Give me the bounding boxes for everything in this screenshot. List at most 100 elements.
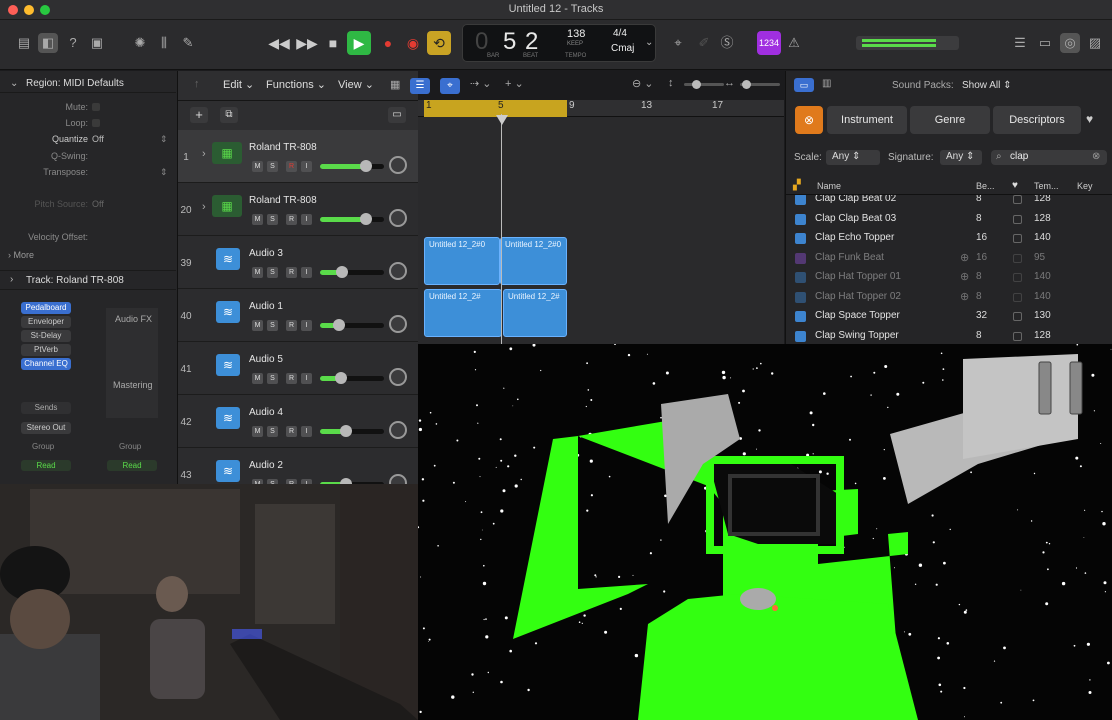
toolbar-toggle-icon[interactable]: ▣ bbox=[87, 33, 107, 53]
track-header-row[interactable]: 20 › ▦ Roland TR-808 M S R I bbox=[178, 183, 418, 236]
solo-button[interactable]: S bbox=[267, 267, 278, 278]
view-menu[interactable]: View ⌄ bbox=[338, 78, 374, 91]
download-icon[interactable]: ⊕ bbox=[960, 290, 969, 303]
reset-filter-button[interactable]: ⊗ bbox=[795, 106, 823, 134]
loop-row[interactable]: Clap Hat Topper 01 8 ⊕ 140 bbox=[786, 268, 1112, 288]
solo-button[interactable]: S bbox=[267, 214, 278, 225]
loops-view-icon[interactable]: ▭ bbox=[794, 78, 814, 92]
mute-button[interactable]: M bbox=[252, 267, 263, 278]
pan-knob[interactable] bbox=[389, 421, 407, 439]
mute-button[interactable]: M bbox=[252, 320, 263, 331]
solo-button[interactable]: S bbox=[267, 426, 278, 437]
files-view-icon[interactable]: ▥ bbox=[822, 78, 831, 89]
input-monitor-button[interactable]: I bbox=[301, 267, 312, 278]
mute-button[interactable]: M bbox=[252, 161, 263, 172]
mute-button[interactable]: M bbox=[252, 373, 263, 384]
mixer-icon[interactable]: ⫼ bbox=[154, 33, 174, 53]
track-header-row[interactable]: 39 ≋ Audio 3 MSRI bbox=[178, 236, 418, 289]
record-enable-button[interactable]: R bbox=[286, 320, 297, 331]
inspector-row-velocity[interactable]: Velocity Offset: bbox=[0, 232, 176, 248]
volume-fader[interactable] bbox=[320, 372, 384, 384]
smart-controls-icon[interactable]: ✺ bbox=[130, 33, 150, 53]
col-key[interactable]: Key bbox=[1077, 181, 1093, 191]
functions-menu[interactable]: Functions ⌄ bbox=[266, 78, 326, 91]
tuner-icon[interactable]: ⌖ bbox=[668, 33, 688, 53]
region-header[interactable]: ⌄ Region: MIDI Defaults bbox=[0, 75, 176, 93]
volume-fader[interactable] bbox=[320, 319, 384, 331]
sends-slot[interactable]: Sends bbox=[21, 402, 71, 414]
loop-row[interactable]: Clap Hat Topper 02 8 ⊕ 140 bbox=[786, 288, 1112, 308]
record-enable-button[interactable]: R bbox=[286, 214, 297, 225]
record-button[interactable]: ● bbox=[376, 31, 400, 55]
global-tracks-icon[interactable]: ▭ bbox=[388, 107, 406, 123]
mute-button[interactable]: M bbox=[252, 214, 263, 225]
pan-knob[interactable] bbox=[389, 209, 407, 227]
vertical-zoom-icon[interactable]: ↕ bbox=[668, 77, 674, 89]
plugin-ptverb[interactable]: PtVerb bbox=[21, 344, 71, 356]
cycle-button[interactable]: ⟲ bbox=[427, 31, 451, 55]
library-icon[interactable]: ▤ bbox=[14, 33, 34, 53]
pause-icon-right[interactable] bbox=[1069, 361, 1083, 415]
plugin-enveloper[interactable]: Enveloper bbox=[21, 316, 71, 328]
grid-view-icon[interactable]: ▦ bbox=[390, 78, 400, 91]
tab-instrument[interactable]: Instrument bbox=[827, 106, 907, 134]
play-button[interactable]: ▶ bbox=[347, 31, 371, 55]
more-toggle[interactable]: › More bbox=[8, 250, 34, 260]
audio-region[interactable]: Untitled 12_2#0 bbox=[500, 237, 567, 285]
clear-search-icon[interactable]: ⊗ bbox=[1092, 151, 1100, 162]
col-name[interactable]: Name bbox=[817, 181, 841, 191]
favorite-checkbox[interactable] bbox=[1013, 292, 1022, 302]
track-header[interactable]: › Track: Roland TR-808 bbox=[0, 270, 176, 290]
favorite-checkbox[interactable] bbox=[1013, 312, 1022, 321]
inspector-row-mute[interactable]: Mute: bbox=[0, 102, 176, 118]
inspector-row-qswing[interactable]: Q-Swing: bbox=[0, 151, 176, 167]
volume-knob[interactable] bbox=[360, 160, 373, 172]
track-name[interactable]: Audio 1 bbox=[249, 301, 283, 312]
group-slot-2[interactable]: Group bbox=[119, 442, 141, 451]
scale-select[interactable]: Any ⇕ bbox=[826, 150, 880, 165]
pan-knob[interactable] bbox=[389, 262, 407, 280]
pan-knob[interactable] bbox=[389, 315, 407, 333]
loop-row[interactable]: Clap Funk Beat 16 ⊕ 95 bbox=[786, 249, 1112, 269]
favorite-checkbox[interactable] bbox=[1013, 214, 1022, 224]
pause-icon-left[interactable] bbox=[1038, 361, 1052, 415]
replace-icon[interactable]: Ⓢ bbox=[717, 33, 737, 53]
input-monitor-button[interactable]: I bbox=[301, 214, 312, 225]
track-name[interactable]: Audio 3 bbox=[249, 248, 283, 259]
loop-row[interactable]: Clap Clap Beat 03 8 128 bbox=[786, 210, 1112, 230]
download-icon[interactable]: ⊕ bbox=[960, 270, 969, 283]
inspector-row-transpose[interactable]: Transpose: ⇕ bbox=[0, 167, 176, 183]
record-enable-button[interactable]: R bbox=[286, 161, 297, 172]
audio-region[interactable]: Untitled 12_2# bbox=[424, 289, 502, 337]
track-header-row[interactable]: 42 ≋ Audio 4 MSRI bbox=[178, 395, 418, 448]
count-in-button[interactable]: 1234 bbox=[757, 31, 781, 55]
input-monitor-button[interactable]: I bbox=[301, 426, 312, 437]
horizontal-zoom-icon[interactable]: ↔ bbox=[724, 77, 735, 89]
chevron-right-icon[interactable]: › bbox=[202, 201, 206, 213]
track-name[interactable]: Audio 2 bbox=[249, 460, 283, 471]
plugin-channel-eq[interactable]: Channel EQ bbox=[21, 358, 71, 370]
solo-button[interactable]: S bbox=[267, 161, 278, 172]
inspector-row-quantize[interactable]: Quantize Off ⇕ bbox=[0, 134, 176, 150]
pan-knob[interactable] bbox=[389, 368, 407, 386]
volume-fader[interactable] bbox=[320, 266, 384, 278]
loop-row[interactable]: Clap Echo Topper 16 140 bbox=[786, 229, 1112, 249]
solo-button[interactable]: S bbox=[267, 320, 278, 331]
track-name[interactable]: Audio 4 bbox=[249, 407, 283, 418]
record-enable-button[interactable]: R bbox=[286, 373, 297, 384]
favorite-checkbox[interactable] bbox=[1013, 234, 1022, 243]
list-editors-icon[interactable]: ☰ bbox=[1010, 33, 1030, 53]
loop-checkbox[interactable] bbox=[92, 119, 100, 127]
waveform-zoom-icon[interactable]: ⊖ ⌄ bbox=[632, 77, 654, 90]
tab-descriptors[interactable]: Descriptors bbox=[993, 106, 1081, 134]
playhead-handle[interactable] bbox=[496, 115, 508, 125]
col-tempo[interactable]: Tem... bbox=[1034, 181, 1059, 191]
fast-forward-button[interactable]: ▶▶ bbox=[295, 31, 319, 55]
bar-ruler[interactable]: 1 5 9 13 17 bbox=[418, 100, 784, 117]
note-pad-icon[interactable]: ▭ bbox=[1035, 33, 1055, 53]
inspector-row-pitch-source[interactable]: Pitch Source: Off bbox=[0, 199, 176, 215]
plugin-st-delay[interactable]: St-Delay bbox=[21, 330, 71, 342]
group-slot-1[interactable]: Group bbox=[32, 442, 54, 451]
chevron-right-icon[interactable]: › bbox=[202, 148, 206, 160]
plugin-pedalboard[interactable]: Pedalboard bbox=[21, 302, 71, 314]
